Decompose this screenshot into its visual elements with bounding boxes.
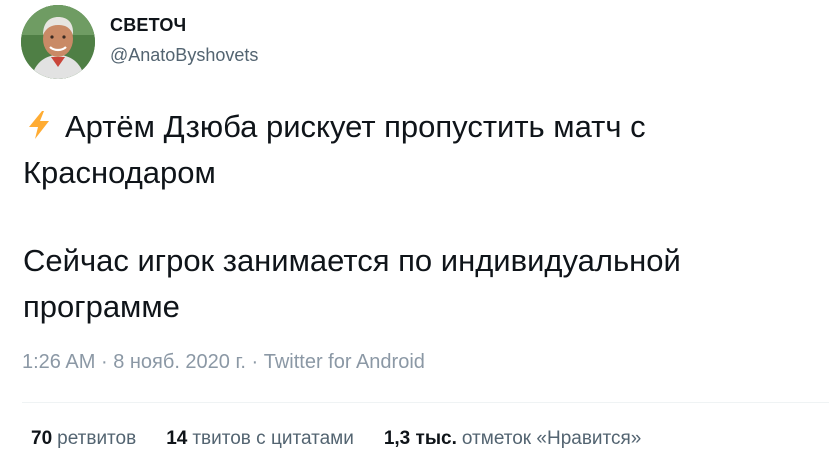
tweet-paragraph-2: Сейчас игрок занимается по индивидуально… xyxy=(23,243,681,324)
avatar[interactable] xyxy=(21,5,95,79)
author-display-name[interactable]: СВЕТОЧ xyxy=(110,15,186,36)
tweet-time: 1:26 AM xyxy=(22,351,96,373)
tweet-date: 8 нояб. 2020 г. xyxy=(113,351,246,373)
tweet-card: СВЕТОЧ @AnatoByshovets Артём Дзюба риску… xyxy=(0,0,829,465)
meta-separator: · xyxy=(251,351,259,373)
quote-tweets-count: 14 xyxy=(166,428,188,449)
avatar-photo xyxy=(21,5,95,79)
retweets-stat[interactable]: 70 ретвитов xyxy=(31,428,136,450)
quote-tweets-label: твитов с цитатами xyxy=(192,428,354,449)
tweet-stats: 70 ретвитов 14 твитов с цитатами 1,3 тыс. о… xyxy=(31,428,641,450)
author-handle[interactable]: @AnatoByshovets xyxy=(110,45,258,66)
retweets-label: ретвитов xyxy=(57,428,137,449)
likes-count: 1,3 тыс. xyxy=(383,428,457,449)
retweets-count: 70 xyxy=(31,428,53,449)
quote-tweets-stat[interactable]: 14 твитов с цитатами xyxy=(166,428,354,450)
tweet-text: Артём Дзюба рискует пропустить матч с Кр… xyxy=(23,104,803,330)
tweet-timestamp-link[interactable]: 1:26 AM · 8 нояб. 2020 г. xyxy=(22,351,246,373)
tweet-paragraph-1-text: Артём Дзюба рискует пропустить матч с Кр… xyxy=(23,109,646,190)
tweet-paragraph-1: Артём Дзюба рискует пропустить матч с Кр… xyxy=(23,104,803,196)
tweet-source-link[interactable]: Twitter for Android xyxy=(264,351,425,373)
tweet-meta: 1:26 AM · 8 нояб. 2020 г. · Twitter for … xyxy=(22,351,425,374)
divider xyxy=(22,402,829,403)
likes-stat[interactable]: 1,3 тыс. отметок «Нравится» xyxy=(384,428,642,450)
likes-label: отметок «Нравится» xyxy=(461,428,642,449)
meta-separator: · xyxy=(100,351,108,373)
lightning-bolt-icon xyxy=(23,109,55,141)
